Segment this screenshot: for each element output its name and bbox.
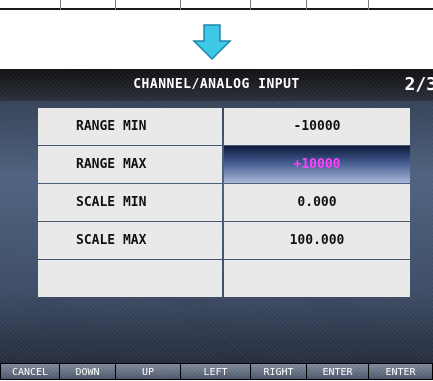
value-field-range-max[interactable]: +10000 [224, 146, 410, 183]
cancel-button[interactable]: CANCEL [0, 363, 60, 380]
screen-title: CHANNEL/ANALOG INPUT [133, 77, 300, 92]
table-row: SCALE MIN 0.000 [38, 184, 410, 221]
value-field-range-min[interactable]: -10000 [224, 108, 410, 145]
previous-screen-divider [306, 0, 307, 10]
table-row [38, 260, 410, 297]
table-row: RANGE MAX +10000 [38, 146, 410, 183]
left-button[interactable]: LEFT [180, 363, 251, 380]
page-indicator: 2/3 [404, 74, 433, 95]
previous-screen-divider [180, 0, 181, 10]
previous-screen-divider [368, 0, 369, 10]
up-button[interactable]: UP [115, 363, 181, 380]
row-label-scale-max: SCALE MAX [38, 222, 222, 259]
previous-screen-divider [60, 0, 61, 10]
previous-screen-divider [250, 0, 251, 10]
row-label-scale-min: SCALE MIN [38, 184, 222, 221]
enter-button[interactable]: ENTER [306, 363, 369, 380]
row-label-range-max: RANGE MAX [38, 146, 222, 183]
enter-button-2[interactable]: ENTER [368, 363, 433, 380]
hmi-screen: CHANNEL/ANALOG INPUT 2/3 RANGE MIN -1000… [0, 69, 433, 380]
table-row: SCALE MAX 100.000 [38, 222, 410, 259]
down-button[interactable]: DOWN [59, 363, 116, 380]
table-row: RANGE MIN -10000 [38, 108, 410, 145]
row-label-empty [38, 260, 222, 297]
title-bar: CHANNEL/ANALOG INPUT 2/3 [0, 69, 433, 101]
row-label-range-min: RANGE MIN [38, 108, 222, 145]
down-arrow-icon [192, 24, 232, 60]
value-field-scale-max[interactable]: 100.000 [224, 222, 410, 259]
previous-screen-divider [115, 0, 116, 10]
function-button-bar: CANCEL DOWN UP LEFT RIGHT ENTER ENTER [0, 363, 433, 380]
value-field-scale-min[interactable]: 0.000 [224, 184, 410, 221]
value-field-empty[interactable] [224, 260, 410, 297]
previous-screen-bottom-edge [0, 0, 433, 10]
right-button[interactable]: RIGHT [250, 363, 307, 380]
settings-table: RANGE MIN -10000 RANGE MAX +10000 SCALE … [38, 108, 410, 298]
